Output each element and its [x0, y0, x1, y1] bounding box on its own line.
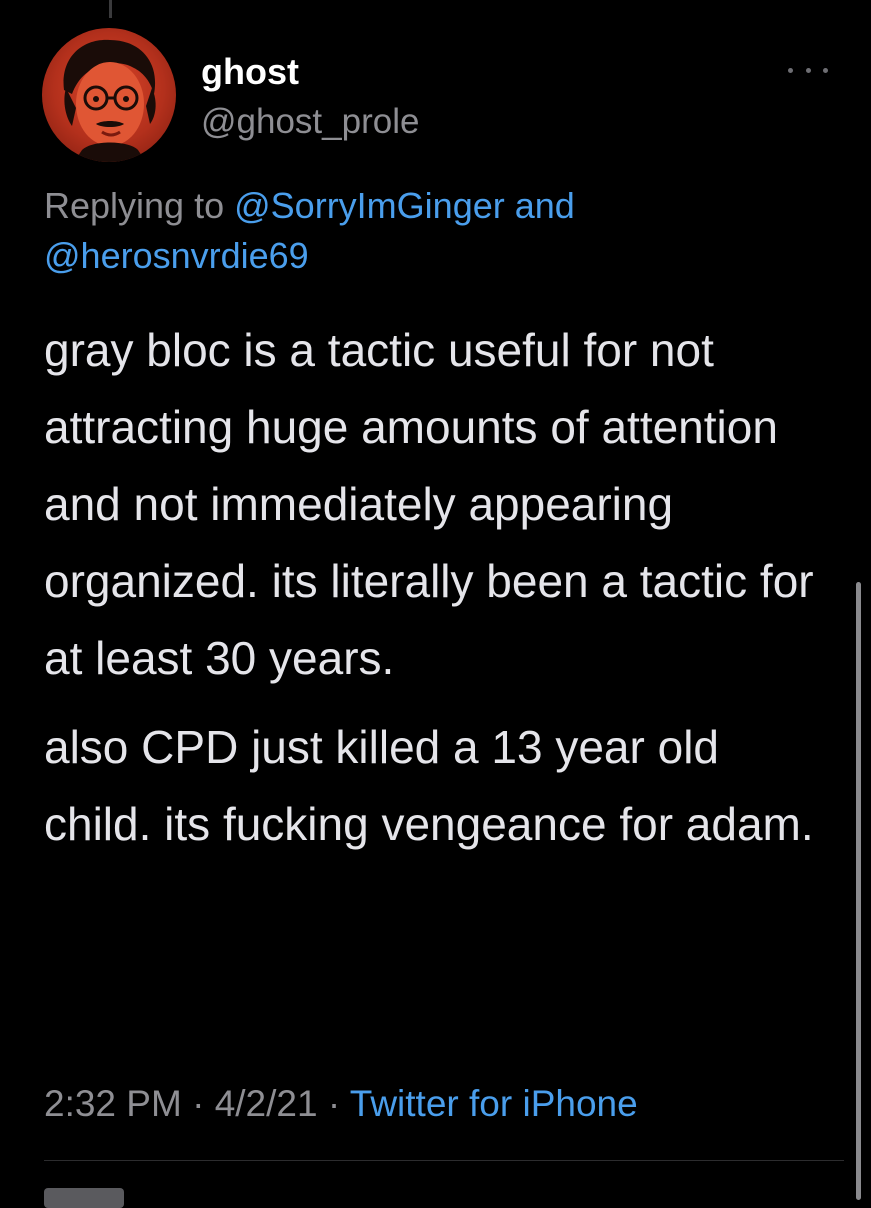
tweet-time[interactable]: 2:32 PM: [44, 1083, 182, 1124]
tweet-paragraph-1: gray bloc is a tactic useful for not att…: [44, 324, 814, 684]
scrollbar[interactable]: [856, 582, 861, 1200]
tweet-paragraph-2: also CPD just killed a 13 year old child…: [44, 721, 814, 850]
more-options-button[interactable]: [788, 58, 828, 82]
reply-mention-2[interactable]: @herosnvrdie69: [44, 235, 309, 276]
author-handle[interactable]: @ghost_prole: [201, 102, 419, 142]
divider: [44, 1160, 844, 1161]
thread-connector-line: [109, 0, 112, 18]
reply-mention-1[interactable]: @SorryImGinger: [234, 185, 505, 226]
engagement-stats-truncated: [44, 1188, 124, 1208]
more-horizontal-icon-dot-2: [805, 67, 811, 73]
meta-separator: ·: [181, 1083, 215, 1124]
avatar-illustration: [63, 39, 156, 162]
meta-separator: ·: [317, 1083, 350, 1124]
reply-conjunction: and: [514, 185, 575, 226]
replying-to-line: Replying to @SorryImGinger and @herosnvr…: [44, 181, 824, 281]
more-horizontal-icon: [788, 67, 793, 73]
tweet-date[interactable]: 4/2/21: [215, 1083, 318, 1124]
more-horizontal-icon-dot-3: [823, 67, 828, 73]
author-display-name[interactable]: ghost: [201, 52, 299, 92]
tweet-metadata: 2:32 PM · 4/2/21 · Twitter for iPhone: [44, 1080, 638, 1128]
tweet-text: gray bloc is a tactic useful for not att…: [44, 312, 834, 863]
avatar[interactable]: [42, 28, 176, 162]
replying-to-label: Replying to: [44, 185, 225, 226]
tweet-source-link[interactable]: Twitter for iPhone: [350, 1083, 638, 1124]
